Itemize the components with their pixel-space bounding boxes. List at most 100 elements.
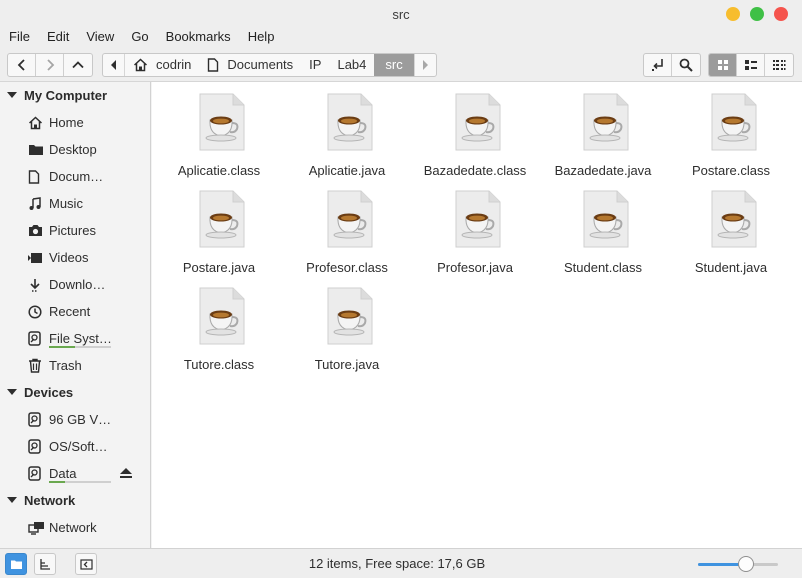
file-item[interactable]: Aplicatie.class — [155, 87, 283, 181]
download-icon — [30, 278, 40, 292]
menu-help[interactable]: Help — [239, 28, 283, 48]
sidebar-item-label: Music — [49, 196, 83, 211]
java-file-icon — [199, 93, 245, 151]
close-button[interactable] — [774, 7, 788, 21]
file-name: Aplicatie.java — [308, 163, 386, 178]
sidebar-item-label: Network — [49, 520, 97, 535]
sidebar-item-trash[interactable]: Trash — [0, 352, 150, 379]
sidebar-item-os-software[interactable]: OS/Soft… — [0, 433, 150, 460]
music-icon — [29, 196, 41, 210]
zoom-slider[interactable] — [698, 556, 778, 572]
sidebar-item-music[interactable]: Music — [0, 190, 150, 217]
sidebar-item-desktop[interactable]: Desktop — [0, 136, 150, 163]
breadcrumb-documents[interactable]: Documents — [199, 54, 301, 76]
video-icon — [28, 252, 42, 263]
sidebar-item-label: 96 GB V… — [49, 412, 112, 427]
file-item[interactable]: Postare.class — [667, 87, 795, 181]
breadcrumb-label: src — [385, 57, 403, 72]
sidebar-item-label: File Syst… — [49, 331, 112, 346]
sidebar-item-label: Data — [49, 466, 77, 481]
expand-triangle-icon — [0, 496, 24, 504]
java-file-icon — [583, 190, 629, 248]
menu-file[interactable]: File — [0, 28, 38, 48]
sidebar-item-home[interactable]: Home — [0, 109, 150, 136]
minimize-button[interactable] — [726, 7, 740, 21]
file-name: Postare.java — [182, 260, 256, 275]
toggle-location-button[interactable] — [644, 54, 672, 76]
menu-go[interactable]: Go — [122, 28, 156, 48]
file-item[interactable]: Student.java — [667, 184, 795, 278]
compact-view-button[interactable] — [765, 54, 793, 76]
status-bar: 12 items, Free space: 17,6 GB — [0, 548, 802, 578]
compact-list-icon — [773, 60, 786, 70]
camera-icon — [29, 225, 42, 236]
list-icon — [744, 60, 757, 70]
sidebar-item-pictures[interactable]: Pictures — [0, 217, 150, 244]
location-entry-icon — [651, 59, 663, 71]
sidebar-item-label: Docum… — [49, 169, 104, 184]
breadcrumb-lab4[interactable]: Lab4 — [329, 54, 374, 76]
sidebar-item-label: OS/Soft… — [49, 439, 108, 454]
breadcrumb-label: codrin — [156, 57, 192, 72]
zoom-slider-handle[interactable] — [738, 556, 754, 572]
java-file-icon — [583, 93, 629, 151]
section-my-computer[interactable]: My Computer — [0, 82, 107, 108]
file-item[interactable]: Postare.java — [155, 184, 283, 278]
file-item[interactable]: Tutore.java — [283, 281, 411, 375]
disk-usage-bar — [49, 481, 111, 483]
up-button[interactable] — [64, 54, 92, 76]
menu-view[interactable]: View — [77, 28, 122, 48]
file-name: Student.java — [694, 260, 768, 275]
menu-edit[interactable]: Edit — [38, 28, 77, 48]
window-title: src — [392, 7, 410, 22]
section-devices[interactable]: Devices — [0, 379, 73, 405]
breadcrumb-src[interactable]: src — [374, 54, 414, 76]
file-item[interactable]: Aplicatie.java — [283, 87, 411, 181]
file-item[interactable]: Bazadedate.java — [539, 87, 667, 181]
breadcrumb-label: Lab4 — [337, 57, 367, 72]
menu-bookmarks[interactable]: Bookmarks — [157, 28, 239, 48]
document-icon — [28, 169, 40, 184]
maximize-button[interactable] — [750, 7, 764, 21]
back-button[interactable] — [8, 54, 36, 76]
sidebar-item-network[interactable]: Network — [0, 514, 150, 541]
file-name: Tutore.java — [314, 357, 380, 372]
forward-button[interactable] — [36, 54, 64, 76]
section-network[interactable]: Network — [0, 487, 75, 513]
file-item[interactable]: Profesor.java — [411, 184, 539, 278]
sidebar-item-videos[interactable]: Videos — [0, 244, 150, 271]
java-file-icon — [327, 287, 373, 345]
breadcrumb-ip[interactable]: IP — [301, 54, 329, 76]
file-item[interactable]: Profesor.class — [283, 184, 411, 278]
icon-view-button[interactable] — [709, 54, 737, 76]
clock-icon — [28, 304, 42, 319]
sidebar-item-recent[interactable]: Recent — [0, 298, 150, 325]
breadcrumb-codrin[interactable]: codrin — [125, 54, 199, 76]
list-view-button[interactable] — [737, 54, 765, 76]
file-name: Aplicatie.class — [177, 163, 261, 178]
home-icon — [133, 58, 148, 72]
breadcrumb-left-button[interactable] — [103, 54, 125, 76]
eject-icon[interactable] — [119, 467, 133, 482]
java-file-icon — [199, 190, 245, 248]
sidebar-item-96gb-volume[interactable]: 96 GB V… — [0, 406, 150, 433]
search-button[interactable] — [672, 54, 700, 76]
sidebar-item-documents[interactable]: Docum… — [0, 163, 150, 190]
java-file-icon — [711, 190, 757, 248]
java-file-icon — [327, 93, 373, 151]
title-bar: src — [0, 0, 802, 28]
sidebar-item-label: Downlo… — [49, 277, 106, 292]
trash-icon — [29, 358, 41, 373]
breadcrumb-right-button[interactable] — [413, 54, 436, 76]
sidebar-item-downloads[interactable]: Downlo… — [0, 271, 150, 298]
view-mode-group — [708, 53, 794, 77]
file-item[interactable]: Student.class — [539, 184, 667, 278]
file-item[interactable]: Tutore.class — [155, 281, 283, 375]
menu-bar: File Edit View Go Bookmarks Help — [0, 28, 802, 48]
forward-icon — [46, 59, 54, 71]
sidebar-item-label: Videos — [49, 250, 89, 265]
file-name: Bazadedate.java — [554, 163, 652, 178]
disk-usage-bar — [49, 346, 111, 348]
file-item[interactable]: Bazadedate.class — [411, 87, 539, 181]
java-file-icon — [455, 93, 501, 151]
